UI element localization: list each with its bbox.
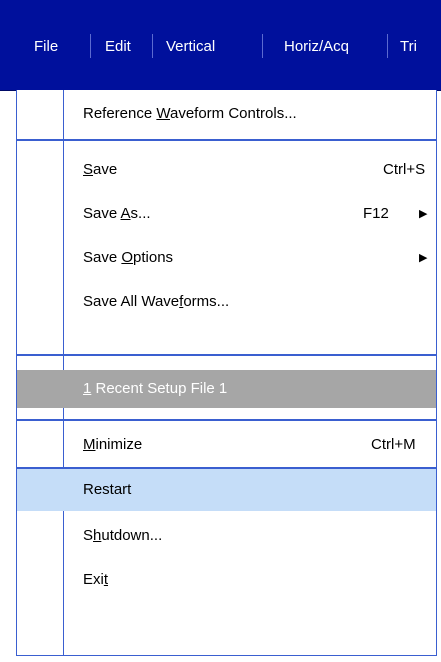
menu-separator xyxy=(90,34,91,58)
menu-item-minimize[interactable]: Minimize Ctrl+M xyxy=(17,427,436,463)
menu-divider xyxy=(17,139,436,141)
menu-divider xyxy=(17,354,436,356)
submenu-arrow-icon: ▶ xyxy=(419,252,428,264)
menu-item-label: Restart xyxy=(83,481,132,498)
menu-item-recent-setup-file: 1 Recent Setup File 1 xyxy=(17,370,436,408)
menu-item-exit[interactable]: Exit xyxy=(17,562,436,598)
menu-item-reference-waveform-controls[interactable]: Reference Waveform Controls... xyxy=(17,96,436,132)
submenu-arrow-icon: ▶ xyxy=(419,208,428,220)
menu-separator xyxy=(387,34,388,58)
menu-item-label: Save Options xyxy=(83,249,174,266)
menu-item-label: Save As... xyxy=(83,205,151,222)
menu-item-label: Shutdown... xyxy=(83,527,163,544)
menu-item-save[interactable]: Save Ctrl+S xyxy=(17,152,436,188)
menu-item-save-options[interactable]: Save Options ▶ xyxy=(17,240,436,276)
menu-item-save-as[interactable]: Save As... F12 ▶ xyxy=(17,196,436,232)
menu-vertical[interactable]: Vertical xyxy=(166,34,215,59)
menu-separator xyxy=(262,34,263,58)
menu-item-label: Save All Waveforms... xyxy=(83,293,230,310)
menu-edit[interactable]: Edit xyxy=(105,34,131,59)
menu-horiz-acq[interactable]: Horiz/Acq xyxy=(284,34,349,59)
menu-item-save-all-waveforms[interactable]: Save All Waveforms... xyxy=(17,284,436,320)
menu-item-label: 1 Recent Setup File 1 xyxy=(83,380,228,397)
menu-divider xyxy=(17,419,436,421)
menu-item-shortcut: F12 xyxy=(363,205,389,222)
menu-item-shortcut: Ctrl+S xyxy=(383,161,426,178)
menu-item-shortcut: Ctrl+M xyxy=(371,436,416,453)
menu-item-shutdown[interactable]: Shutdown... xyxy=(17,518,436,554)
menu-bar: File Edit Vertical Horiz/Acq Tri xyxy=(0,0,441,91)
menu-item-restart[interactable]: Restart xyxy=(17,469,436,511)
menu-file[interactable]: File xyxy=(34,34,58,59)
menu-item-label: Minimize xyxy=(83,436,143,453)
menu-separator xyxy=(152,34,153,58)
menu-item-label: Exit xyxy=(83,571,109,588)
menu-trigger[interactable]: Tri xyxy=(400,34,417,59)
menu-item-label: Save xyxy=(83,161,118,178)
file-menu-dropdown: Reference Waveform Controls... Save Ctrl… xyxy=(16,90,437,656)
menu-item-label: Reference Waveform Controls... xyxy=(83,105,297,122)
